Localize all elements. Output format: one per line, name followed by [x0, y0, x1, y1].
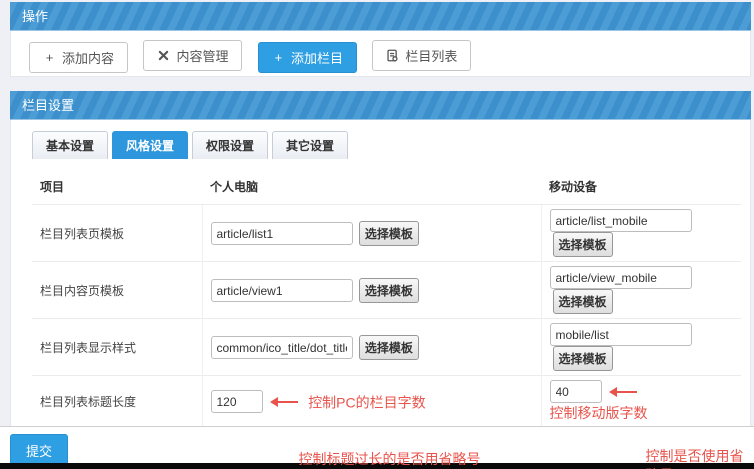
- select-template-button[interactable]: 选择模板: [359, 278, 419, 303]
- page: 操作 + 添加内容 内容管理 + 添加栏目: [0, 0, 754, 469]
- row-label: 栏目列表页模板: [32, 205, 202, 262]
- red-arrow-left-icon: [611, 391, 637, 393]
- title-length-mobile-input[interactable]: [550, 380, 602, 403]
- col-header-item: 项目: [32, 170, 202, 205]
- annotation-pc-char-count: 控制PC的栏目字数: [308, 394, 425, 410]
- category-settings-header: 栏目设置: [10, 91, 751, 120]
- select-template-button[interactable]: 选择模板: [553, 289, 613, 314]
- add-content-label: 添加内容: [62, 48, 114, 67]
- operations-toolbar: + 添加内容 内容管理 + 添加栏目 栏目列表: [10, 31, 751, 77]
- settings-tabs: 基本设置 风格设置 权限设置 其它设置: [32, 131, 750, 159]
- content-manage-button[interactable]: 内容管理: [143, 40, 242, 71]
- list-style-mobile-input[interactable]: [550, 323, 692, 346]
- section-gap: [10, 77, 751, 91]
- add-category-button[interactable]: + 添加栏目: [258, 42, 357, 73]
- annotation-mobile-char-count: 控制移动版字数: [550, 405, 648, 421]
- title-length-pc-input[interactable]: [211, 390, 263, 413]
- category-settings-panel: 基本设置 风格设置 权限设置 其它设置 项目 个人电脑 移动设备 栏目列表页模板…: [10, 120, 751, 432]
- annotation-ellipsis-pc: 控制标题过长的是否用省略号: [299, 449, 481, 469]
- col-header-pc: 个人电脑: [202, 170, 541, 205]
- add-category-label: 添加栏目: [291, 48, 343, 67]
- operations-header: 操作: [10, 2, 751, 31]
- operations-title: 操作: [22, 9, 48, 24]
- select-template-button[interactable]: 选择模板: [553, 232, 613, 257]
- category-list-label: 栏目列表: [405, 46, 457, 65]
- content-template-mobile-input[interactable]: [550, 266, 692, 289]
- red-arrow-left-icon: [272, 401, 298, 403]
- select-template-button[interactable]: 选择模板: [359, 221, 419, 246]
- select-template-button[interactable]: 选择模板: [359, 335, 419, 360]
- tools-icon: [157, 49, 170, 62]
- content-template-pc-input[interactable]: [211, 279, 353, 302]
- list-style-pc-input[interactable]: [211, 336, 353, 359]
- table-row: 栏目内容页模板 选择模板 选择模板: [32, 262, 741, 319]
- plus-icon: +: [43, 51, 56, 64]
- add-content-button[interactable]: + 添加内容: [29, 42, 128, 73]
- category-list-button[interactable]: 栏目列表: [372, 40, 471, 71]
- row-label: 栏目列表标题长度: [32, 376, 202, 428]
- settings-table: 项目 个人电脑 移动设备 栏目列表页模板 选择模板 选择模板: [32, 170, 741, 469]
- row-label: 栏目列表显示样式: [32, 319, 202, 376]
- list-icon: [386, 49, 399, 62]
- col-header-mobile: 移动设备: [541, 170, 741, 205]
- list-template-mobile-input[interactable]: [550, 209, 692, 232]
- list-template-pc-input[interactable]: [211, 222, 353, 245]
- select-template-button[interactable]: 选择模板: [553, 346, 613, 371]
- table-row: 栏目列表页模板 选择模板 选择模板: [32, 205, 741, 262]
- annotation-ellipsis-mobile: 控制是否使用省略号: [646, 447, 754, 469]
- content-manage-label: 内容管理: [176, 46, 228, 65]
- plus-icon: +: [272, 51, 285, 64]
- table-row: 栏目列表标题长度 控制PC的栏目字数 控制移动版字数: [32, 376, 741, 428]
- tab-other-settings[interactable]: 其它设置: [272, 131, 348, 159]
- row-label: 栏目内容页模板: [32, 262, 202, 319]
- table-row: 栏目列表显示样式 选择模板 选择模板: [32, 319, 741, 376]
- tab-permission-settings[interactable]: 权限设置: [192, 131, 268, 159]
- table-header-row: 项目 个人电脑 移动设备: [32, 170, 741, 205]
- category-settings-title: 栏目设置: [22, 98, 74, 113]
- tab-style-settings[interactable]: 风格设置: [112, 131, 188, 159]
- tab-basic-settings[interactable]: 基本设置: [32, 131, 108, 159]
